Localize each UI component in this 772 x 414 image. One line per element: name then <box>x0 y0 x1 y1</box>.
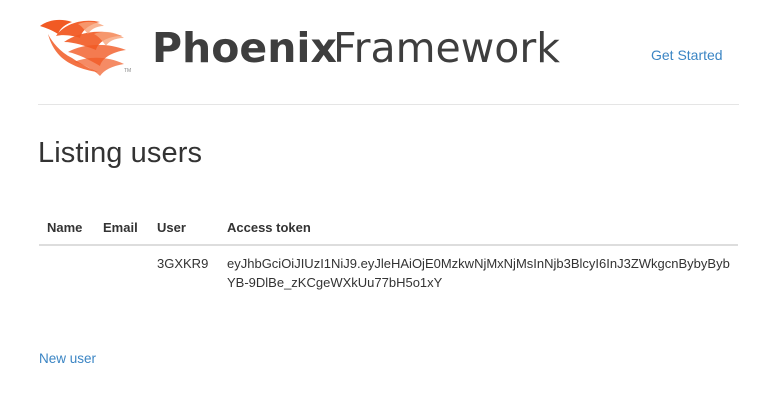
logo-wordmark-bold: Phoenix <box>152 24 337 72</box>
phoenix-logo[interactable]: TM Phoenix Framework <box>38 12 560 78</box>
phoenix-bird-icon: TM Phoenix Framework <box>40 19 560 76</box>
get-started-link[interactable]: Get Started <box>651 46 723 64</box>
column-header-email: Email <box>95 210 149 246</box>
page-title: Listing users <box>38 137 203 169</box>
cell-user: 3GXKR9 <box>157 256 209 271</box>
logo-wordmark-light: Framework <box>333 24 560 72</box>
access-token-line-2: YB-9DlBe_zKCgeWXkUu77bH5o1xY <box>227 275 443 290</box>
access-token-line-1: eyJhbGciOiJIUzI1NiJ9.eyJleHAiOjE0MzkwNjM… <box>227 256 730 271</box>
column-header-access-token: Access token <box>219 210 738 246</box>
svg-text:TM: TM <box>124 68 131 74</box>
column-header-name: Name <box>39 210 95 246</box>
cell-email <box>95 245 149 296</box>
column-header-user: User <box>149 210 219 246</box>
page: TM Phoenix Framework Get Started Listing… <box>0 0 772 414</box>
header-divider <box>38 104 739 105</box>
table-header-row: Name Email User Access token <box>39 210 738 246</box>
new-user-link[interactable]: New user <box>39 350 96 368</box>
cell-name <box>39 245 95 296</box>
cell-access-token: eyJhbGciOiJIUzI1NiJ9.eyJleHAiOjE0MzkwNjM… <box>219 245 738 296</box>
table-row: 3GXKR9 eyJhbGciOiJIUzI1NiJ9.eyJleHAiOjE0… <box>39 245 738 296</box>
users-table: Name Email User Access token 3GXKR9 eyJh… <box>39 210 738 296</box>
